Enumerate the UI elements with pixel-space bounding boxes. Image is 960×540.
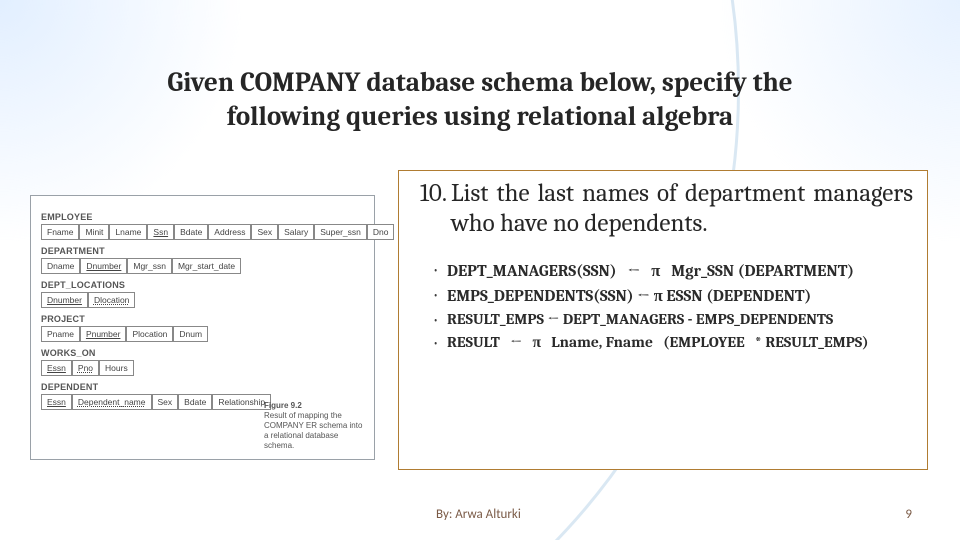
table-label: DEPT_LOCATIONS — [41, 280, 251, 290]
step-4: RESULT ← π Lname, Fname (EMPLOYEE * RESU… — [433, 333, 913, 353]
table-col: Dnum — [173, 326, 208, 342]
table-col: Essn — [41, 360, 72, 376]
table-col: Dnumber — [80, 258, 127, 274]
table-col: Lname — [109, 224, 147, 240]
table-label: WORKS_ON — [41, 348, 251, 358]
figure-caption: Figure 9.2 Result of mapping the COMPANY… — [264, 401, 364, 451]
table-label: EMPLOYEE — [41, 212, 251, 222]
figure-title: Figure 9.2 — [264, 401, 364, 411]
table-col: Sex — [251, 224, 278, 240]
table-col: Relationship — [212, 394, 271, 410]
table-col: Mgr_ssn — [127, 258, 172, 274]
table-col: Minit — [79, 224, 109, 240]
table-col: Salary — [278, 224, 314, 240]
page-number: 9 — [905, 507, 912, 522]
table-col: Dname — [41, 258, 80, 274]
table-row: PnamePnumberPlocationDnum — [41, 326, 251, 342]
table-col: Sex — [152, 394, 179, 410]
table-col: Hours — [99, 360, 134, 376]
step-1: DEPT_MANAGERS(SSN) ← π Mgr_SSN (DEPARTME… — [433, 260, 913, 282]
table-col: Plocation — [126, 326, 173, 342]
table-label: DEPARTMENT — [41, 246, 251, 256]
table-col: Ssn — [147, 224, 174, 240]
schema-figure: EMPLOYEEFnameMinitLnameSsnBdateAddressSe… — [30, 195, 375, 460]
table-col: Pname — [41, 326, 80, 342]
table-row: EssnDependent_nameSexBdateRelationship — [41, 394, 251, 410]
figure-caption-text: Result of mapping the COMPANY ER schema … — [264, 411, 364, 451]
byline: By: Arwa Alturki — [436, 507, 521, 522]
table-col: Mgr_start_date — [172, 258, 241, 274]
table-col: Pno — [72, 360, 99, 376]
step-2: EMPS_DEPENDENTS(SSN) ← π ESSN (DEPENDENT… — [433, 285, 913, 307]
table-col: Essn — [41, 394, 72, 410]
table-col: Dnumber — [41, 292, 88, 308]
table-col: Super_ssn — [314, 224, 367, 240]
table-col: Bdate — [174, 224, 208, 240]
table-label: PROJECT — [41, 314, 251, 324]
solution-steps: DEPT_MANAGERS(SSN) ← π Mgr_SSN (DEPARTME… — [413, 260, 913, 353]
table-row: EssnPnoHours — [41, 360, 251, 376]
table-col: Dlocation — [88, 292, 135, 308]
table-row: DnameDnumberMgr_ssnMgr_start_date — [41, 258, 251, 274]
table-col: Dno — [367, 224, 395, 240]
table-col: Fname — [41, 224, 79, 240]
question-number: 10. — [413, 179, 451, 208]
table-col: Bdate — [178, 394, 212, 410]
table-row: DnumberDlocation — [41, 292, 251, 308]
question-panel: 10. List the last names of department ma… — [398, 170, 928, 470]
table-row: FnameMinitLnameSsnBdateAddressSexSalaryS… — [41, 224, 251, 240]
step-3: RESULT_EMPS ← DEPT_MANAGERS - EMPS_DEPEN… — [433, 310, 913, 330]
slide-title: Given COMPANY database schema below, spe… — [140, 66, 820, 134]
question-text: List the last names of department manage… — [451, 179, 913, 238]
table-col: Address — [208, 224, 251, 240]
table-col: Pnumber — [80, 326, 127, 342]
table-col: Dependent_name — [72, 394, 152, 410]
question-heading: 10. List the last names of department ma… — [413, 179, 913, 238]
table-label: DEPENDENT — [41, 382, 251, 392]
